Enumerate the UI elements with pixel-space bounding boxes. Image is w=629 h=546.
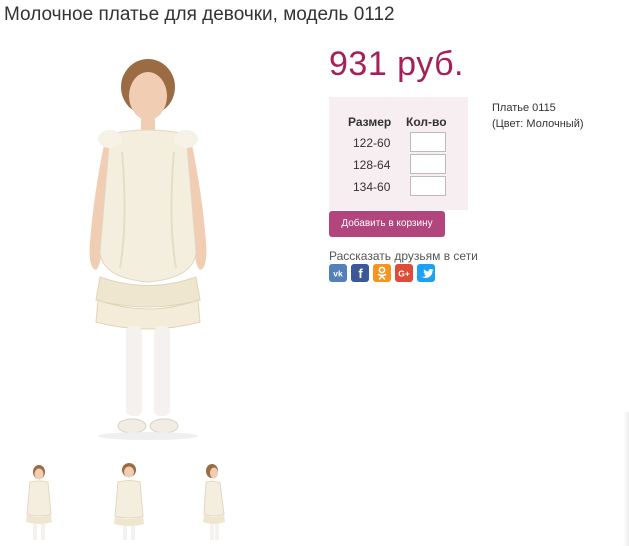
size-quantity-panel: Размер Кол-во 122-60 128-64 134-60 [329, 97, 468, 210]
size-label: 128-64 [353, 158, 391, 172]
size-label: 134-60 [353, 180, 391, 194]
quantity-column-header: Кол-во [406, 115, 447, 129]
odnoklassniki-icon[interactable] [373, 264, 391, 282]
google-plus-icon[interactable]: G+ [395, 264, 413, 282]
size-row: 128-64 [329, 154, 468, 176]
product-variant-info: Платье 0115 (Цвет: Молочный) [492, 100, 584, 132]
page-edge-shadow [623, 412, 629, 546]
share-label: Рассказать друзьям в сети [329, 249, 478, 263]
variant-color: (Цвет: Молочный) [492, 118, 584, 130]
size-row: 122-60 [329, 132, 468, 154]
thumbnail-side[interactable] [188, 462, 238, 542]
svg-text:f: f [358, 266, 363, 281]
quantity-input-128-64[interactable] [410, 154, 446, 174]
quantity-input-122-60[interactable] [410, 132, 446, 152]
product-main-image[interactable] [10, 42, 300, 442]
svg-text:G+: G+ [398, 269, 410, 279]
variant-name: Платье 0115 [492, 102, 556, 114]
quantity-input-134-60[interactable] [410, 176, 446, 196]
twitter-icon[interactable] [417, 264, 435, 282]
price: 931 руб. [329, 45, 465, 83]
size-label: 122-60 [353, 136, 391, 150]
facebook-icon[interactable]: f [351, 264, 369, 282]
size-row: 134-60 [329, 176, 468, 198]
svg-text:vk: vk [333, 269, 343, 279]
vk-icon[interactable]: vk [329, 264, 347, 282]
size-column-header: Размер [348, 115, 392, 129]
thumbnail-front[interactable] [14, 462, 64, 542]
add-to-cart-button[interactable]: Добавить в корзину [329, 211, 445, 237]
thumbnail-front-closeup[interactable] [104, 462, 154, 542]
product-title: Молочное платье для девочки, модель 0112 [4, 4, 395, 25]
